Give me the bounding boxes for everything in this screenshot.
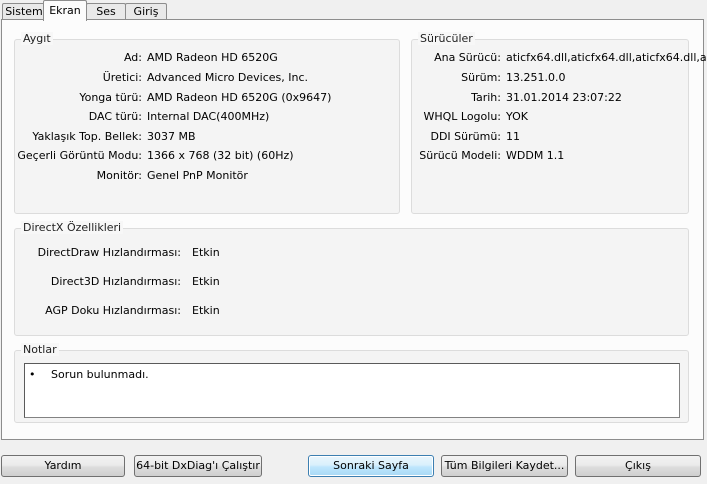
device-label: Geçerli Görüntü Modu: <box>17 149 142 162</box>
device-group: Aygıt Ad: AMD Radeon HD 6520G Üretici: A… <box>14 32 401 214</box>
tab-label: Ekran <box>49 4 81 17</box>
device-value: 1366 x 768 (32 bit) (60Hz) <box>147 149 294 162</box>
driver-row-version: Sürüm: 13.251.0.0 <box>412 69 690 87</box>
tab-label: Ses <box>96 5 116 18</box>
driver-label: Sürüm: <box>461 71 501 84</box>
device-label: Üretici: <box>102 71 142 84</box>
tab-label: Sistem <box>5 5 43 18</box>
driver-row-whql: WHQL Logolu: YOK <box>412 108 690 126</box>
driver-label: WHQL Logolu: <box>423 110 501 123</box>
device-legend: Aygıt <box>21 32 53 45</box>
device-value: Advanced Micro Devices, Inc. <box>147 71 309 84</box>
device-label: DAC türü: <box>88 110 142 123</box>
bullet-icon: • <box>29 368 36 381</box>
run-64bit-dxdiag-button[interactable]: 64-bit DxDiag'ı Çalıştır <box>134 455 262 477</box>
device-value: Internal DAC(400MHz) <box>147 110 270 123</box>
device-value: 3037 MB <box>147 130 196 143</box>
device-row-monitor: Monitör: Genel PnP Monitör <box>15 167 401 185</box>
tab-giris[interactable]: Giriş <box>125 3 167 20</box>
device-value: AMD Radeon HD 6520G <box>147 51 278 64</box>
driver-row-ddi: DDI Sürümü: 11 <box>412 128 690 146</box>
driver-row-model: Sürücü Modeli: WDDM 1.1 <box>412 147 690 165</box>
device-label: Yonga türü: <box>79 91 142 104</box>
driver-row-date: Tarih: 31.01.2014 23:07:22 <box>412 89 690 107</box>
device-value: AMD Radeon HD 6520G (0x9647) <box>147 91 332 104</box>
directx-value: Etkin <box>192 246 220 259</box>
notes-group: Notlar • Sorun bulunmadı. <box>14 343 689 423</box>
drivers-legend: Sürücüler <box>418 32 475 45</box>
directx-label: Direct3D Hızlandırması: <box>50 275 181 288</box>
directx-label: AGP Doku Hızlandırması: <box>45 304 181 317</box>
driver-row-main: Ana Sürücü: aticfx64.dll,aticfx64.dll,at… <box>412 49 707 67</box>
help-button[interactable]: Yardım <box>1 455 125 477</box>
directx-row-agp: AGP Doku Hızlandırması: Etkin <box>15 302 690 320</box>
tab-label: Giriş <box>133 5 159 18</box>
device-label: Ad: <box>123 51 142 64</box>
device-row-manufacturer: Üretici: Advanced Micro Devices, Inc. <box>15 69 401 87</box>
driver-value: aticfx64.dll,aticfx64.dll,aticfx64.dll,a <box>506 51 707 64</box>
directx-value: Etkin <box>192 304 220 317</box>
directx-group: DirectX Özellikleri DirectDraw Hızlandır… <box>14 221 690 336</box>
tab-ekran[interactable]: Ekran <box>43 0 87 21</box>
device-label: Yaklaşık Top. Bellek: <box>32 130 142 143</box>
device-value: Genel PnP Monitör <box>147 169 248 182</box>
device-row-memory: Yaklaşık Top. Bellek: 3037 MB <box>15 128 401 146</box>
driver-value: WDDM 1.1 <box>506 149 565 162</box>
exit-button[interactable]: Çıkış <box>575 455 701 477</box>
driver-label: Sürücü Modeli: <box>419 149 501 162</box>
drivers-group: Sürücüler Ana Sürücü: aticfx64.dll,aticf… <box>411 32 707 214</box>
notes-legend: Notlar <box>21 343 59 356</box>
directx-label: DirectDraw Hızlandırması: <box>37 246 181 259</box>
notes-text: Sorun bulunmadı. <box>51 368 149 381</box>
driver-value: 31.01.2014 23:07:22 <box>506 91 622 104</box>
directx-row-directdraw: DirectDraw Hızlandırması: Etkin <box>15 244 690 262</box>
save-all-info-button[interactable]: Tüm Bilgileri Kaydet... <box>441 455 568 477</box>
device-row-name: Ad: AMD Radeon HD 6520G <box>15 49 401 67</box>
notes-textbox[interactable]: • Sorun bulunmadı. <box>24 363 680 418</box>
directx-value: Etkin <box>192 275 220 288</box>
directx-row-direct3d: Direct3D Hızlandırması: Etkin <box>15 273 690 291</box>
tab-ses[interactable]: Ses <box>86 3 126 20</box>
driver-label: Ana Sürücü: <box>434 51 501 64</box>
driver-label: Tarih: <box>471 91 501 104</box>
driver-value: 11 <box>506 130 520 143</box>
next-page-button[interactable]: Sonraki Sayfa <box>308 455 434 477</box>
tab-sistem[interactable]: Sistem <box>2 3 46 20</box>
driver-value: 13.251.0.0 <box>506 71 566 84</box>
directx-legend: DirectX Özellikleri <box>21 221 124 234</box>
device-row-dac: DAC türü: Internal DAC(400MHz) <box>15 108 401 126</box>
device-label: Monitör: <box>96 169 142 182</box>
display-panel: Aygıt Ad: AMD Radeon HD 6520G Üretici: A… <box>1 19 707 440</box>
driver-value: YOK <box>506 110 528 123</box>
driver-label: DDI Sürümü: <box>430 130 501 143</box>
device-row-chip: Yonga türü: AMD Radeon HD 6520G (0x9647) <box>15 89 401 107</box>
device-row-display-mode: Geçerli Görüntü Modu: 1366 x 768 (32 bit… <box>15 147 401 165</box>
